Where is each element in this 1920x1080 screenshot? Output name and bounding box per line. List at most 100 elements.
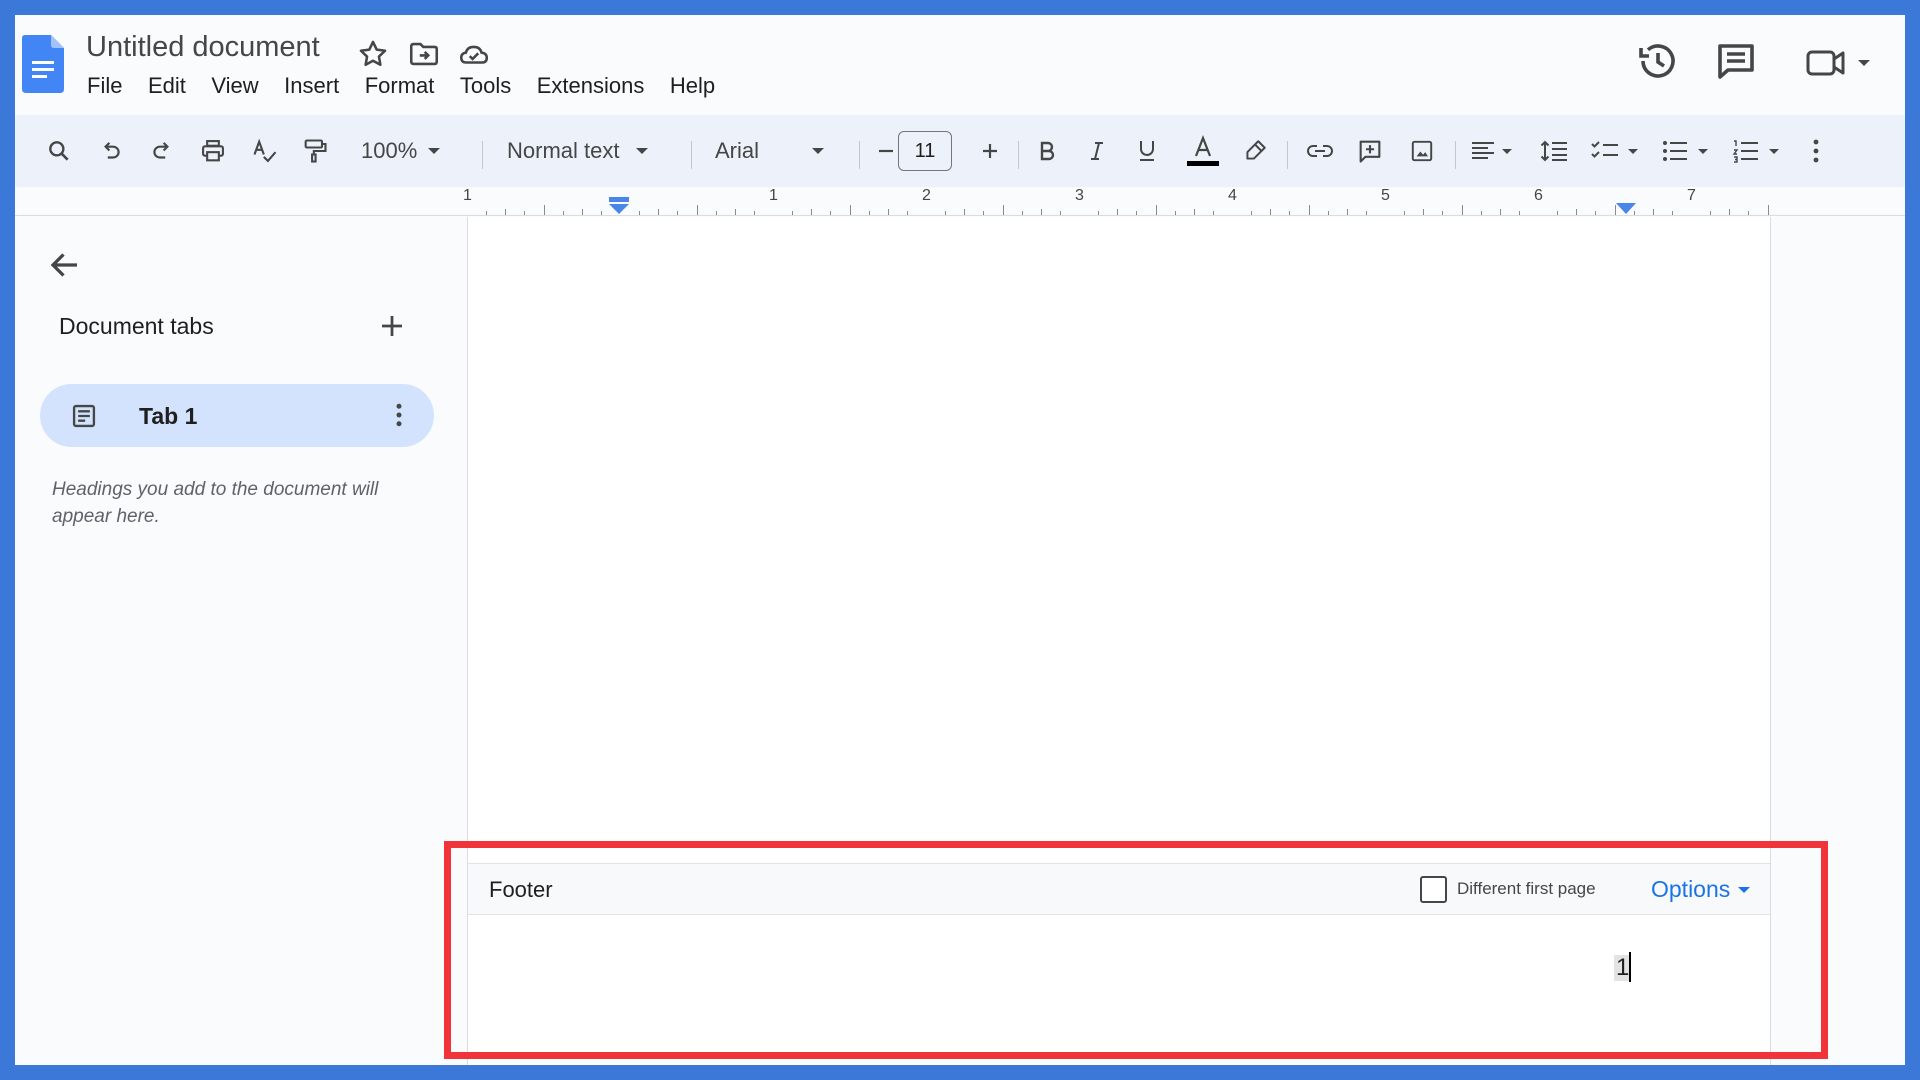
toolbar-divider bbox=[482, 141, 483, 169]
plus-icon bbox=[983, 144, 997, 158]
ruler-ticks bbox=[486, 205, 1769, 215]
sidebar-tab-label: Tab 1 bbox=[139, 403, 198, 429]
footer-content-area[interactable]: 1 bbox=[468, 915, 1770, 1065]
more-vert-icon bbox=[1813, 139, 1819, 163]
sidebar-tab-1[interactable]: Tab 1 bbox=[40, 384, 434, 447]
ruler-label: 3 bbox=[1075, 187, 1084, 204]
italic-button[interactable] bbox=[1079, 133, 1115, 169]
line-spacing-icon bbox=[1540, 140, 1567, 162]
add-comment-icon bbox=[1359, 140, 1381, 163]
insert-image-icon bbox=[1411, 140, 1433, 162]
document-tabs-heading: Document tabs bbox=[59, 313, 214, 339]
ruler-label: 5 bbox=[1381, 187, 1390, 204]
menu-extensions[interactable]: Extensions bbox=[537, 71, 645, 101]
add-tab-plus-icon[interactable] bbox=[377, 311, 407, 341]
outline-empty-hint: Headings you add to the document will ap… bbox=[52, 479, 379, 527]
ruler-label: 2 bbox=[922, 187, 931, 204]
redo-icon bbox=[153, 142, 169, 159]
insert-link-button[interactable] bbox=[1300, 133, 1340, 169]
search-menus-button[interactable] bbox=[41, 133, 77, 169]
numbered-list-button[interactable] bbox=[1731, 133, 1787, 169]
ruler-label: 1 bbox=[769, 187, 778, 204]
paint-format-button[interactable] bbox=[297, 133, 333, 169]
doc-title[interactable]: Untitled document bbox=[86, 31, 320, 64]
paint-format-icon bbox=[304, 139, 327, 163]
more-vert-icon[interactable] bbox=[384, 400, 414, 430]
ruler-label: 1 bbox=[463, 187, 472, 204]
menu-edit[interactable]: Edit bbox=[148, 71, 186, 101]
left-indent-marker-icon[interactable] bbox=[608, 197, 630, 215]
meet-camera-icon[interactable] bbox=[1805, 45, 1875, 81]
toolbar-divider bbox=[859, 141, 860, 169]
ruler-label: 6 bbox=[1534, 187, 1543, 204]
footer-label: Footer bbox=[489, 877, 553, 902]
insert-image-button[interactable] bbox=[1404, 133, 1440, 169]
checklist-button[interactable] bbox=[1589, 133, 1645, 169]
align-button[interactable] bbox=[1467, 133, 1519, 169]
title-bar: Untitled document File Edit View Insert … bbox=[15, 15, 1905, 115]
toolbar-divider bbox=[1287, 141, 1288, 169]
font-value: Arial bbox=[715, 138, 760, 163]
menu-bar: File Edit View Insert Format Tools Exten… bbox=[87, 71, 741, 101]
style-value: Normal text bbox=[507, 138, 620, 163]
menu-format[interactable]: Format bbox=[365, 71, 435, 101]
right-indent-marker-icon[interactable] bbox=[1616, 203, 1636, 215]
horizontal-ruler[interactable]: 1 1 2 3 4 5 6 7 bbox=[15, 187, 1905, 217]
text-color-icon bbox=[1187, 134, 1219, 166]
font-size-input[interactable]: 11 bbox=[898, 131, 952, 171]
star-icon[interactable] bbox=[356, 37, 390, 71]
chevron-down-icon bbox=[428, 148, 441, 154]
document-page[interactable]: Footer Different first page Options 1 bbox=[467, 217, 1771, 1065]
ruler-label: 7 bbox=[1687, 187, 1696, 204]
text-cursor bbox=[1629, 952, 1631, 982]
version-history-icon[interactable] bbox=[1634, 37, 1682, 85]
underline-button[interactable] bbox=[1129, 133, 1165, 169]
menu-help[interactable]: Help bbox=[670, 71, 715, 101]
text-color-button[interactable] bbox=[1183, 133, 1223, 169]
spellcheck-icon bbox=[253, 138, 277, 163]
menu-tools[interactable]: Tools bbox=[460, 71, 511, 101]
back-arrow-icon[interactable] bbox=[47, 247, 83, 283]
app-window: Untitled document File Edit View Insert … bbox=[15, 15, 1905, 1065]
bold-button[interactable] bbox=[1029, 133, 1065, 169]
bullet-list-icon bbox=[1663, 141, 1708, 161]
line-spacing-button[interactable] bbox=[1536, 133, 1572, 169]
comments-icon[interactable] bbox=[1712, 37, 1760, 85]
toolbar: 100% Normal text Arial 11 bbox=[15, 115, 1905, 187]
decrease-font-size-button[interactable] bbox=[871, 133, 901, 169]
docs-logo-icon[interactable] bbox=[22, 35, 64, 93]
print-button[interactable] bbox=[195, 133, 231, 169]
bullet-list-button[interactable] bbox=[1660, 133, 1716, 169]
minus-icon bbox=[879, 149, 893, 153]
more-options-button[interactable] bbox=[1801, 133, 1831, 169]
menu-file[interactable]: File bbox=[87, 71, 122, 101]
spellcheck-button[interactable] bbox=[247, 133, 283, 169]
undo-icon bbox=[104, 142, 120, 159]
highlight-icon bbox=[1246, 140, 1266, 160]
footer-options-button[interactable]: Options bbox=[1651, 876, 1751, 903]
link-icon bbox=[1307, 145, 1333, 157]
cloud-status-icon[interactable] bbox=[457, 37, 491, 71]
increase-font-size-button[interactable] bbox=[975, 133, 1005, 169]
font-select[interactable]: Arial bbox=[715, 133, 841, 169]
undo-button[interactable] bbox=[93, 133, 129, 169]
footer-bar: Footer Different first page Options bbox=[468, 863, 1770, 915]
document-tab-icon bbox=[72, 404, 96, 428]
menu-view[interactable]: View bbox=[211, 71, 258, 101]
options-label: Options bbox=[1651, 876, 1731, 902]
different-first-page-label[interactable]: Different first page bbox=[1457, 879, 1596, 899]
print-icon bbox=[202, 140, 224, 162]
different-first-page-checkbox[interactable] bbox=[1420, 876, 1447, 903]
add-comment-button[interactable] bbox=[1352, 133, 1388, 169]
toolbar-divider bbox=[1455, 141, 1456, 169]
style-select[interactable]: Normal text bbox=[507, 133, 673, 169]
chevron-down-icon bbox=[812, 148, 825, 154]
zoom-select[interactable]: 100% bbox=[361, 133, 461, 169]
numbered-list-icon bbox=[1732, 140, 1779, 163]
italic-icon bbox=[1091, 142, 1103, 160]
menu-insert[interactable]: Insert bbox=[284, 71, 339, 101]
highlight-color-button[interactable] bbox=[1237, 133, 1273, 169]
redo-button[interactable] bbox=[144, 133, 180, 169]
search-icon bbox=[49, 141, 69, 161]
move-folder-icon[interactable] bbox=[407, 37, 441, 71]
